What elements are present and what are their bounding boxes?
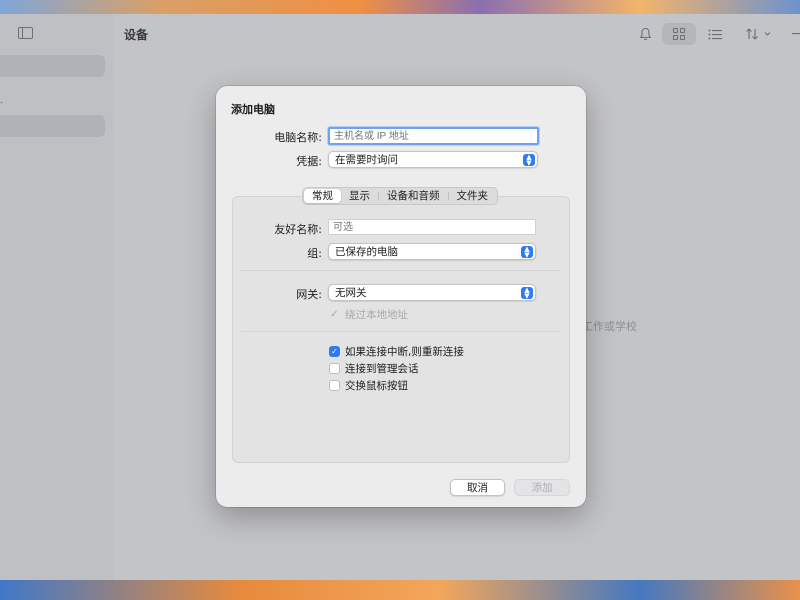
cancel-button[interactable]: 取消 [450, 479, 505, 496]
friendly-name-label: 友好名称: [274, 223, 322, 236]
chevron-updown-icon: ▲ ▼ [521, 246, 533, 259]
friendly-name-input[interactable] [328, 219, 536, 235]
bell-icon[interactable] [634, 23, 656, 45]
add-pc-dialog: 添加电脑 电脑名称: 凭据: 在需要时询问 ▲▼ 常规 显示 设备和音频 文件夹… [216, 86, 586, 507]
group-value: 已保存的电脑 [335, 246, 398, 258]
option-admin-session[interactable]: 连接到管理会话 [329, 361, 419, 376]
list-view-icon[interactable] [704, 23, 726, 45]
swap-mouse-label: 交换鼠标按钮 [345, 380, 408, 392]
divider [241, 331, 561, 332]
credentials-value: 在需要时询问 [335, 154, 398, 166]
sidebar-item[interactable] [0, 55, 105, 77]
sort-icon[interactable] [742, 23, 778, 45]
page-title: 设备 [124, 28, 149, 42]
swap-mouse-checkbox[interactable] [329, 380, 340, 391]
checkmark-icon: ✓ [330, 309, 339, 320]
tab-devices-audio[interactable]: 设备和音频 [379, 189, 448, 203]
bypass-local-label: 绕过本地地址 [345, 309, 408, 321]
sidebar-item-selected[interactable] [0, 115, 105, 137]
group-label: 组: [307, 247, 322, 260]
sidebar: - [0, 14, 114, 580]
dialog-title: 添加电脑 [231, 103, 275, 116]
reconnect-checkbox[interactable]: ✓ [329, 346, 340, 357]
tab-general[interactable]: 常规 [304, 189, 341, 203]
grid-view-icon[interactable] [662, 23, 696, 45]
option-reconnect[interactable]: ✓ 如果连接中断,则重新连接 [329, 344, 464, 359]
reconnect-label: 如果连接中断,则重新连接 [345, 346, 464, 358]
bypass-local-row: ✓ 绕过本地地址 [329, 307, 408, 322]
gateway-select[interactable]: 无网关 ▲ ▼ [328, 284, 536, 301]
desktop-wallpaper-bottom [0, 580, 800, 600]
desktop-wallpaper-top [0, 0, 800, 14]
option-swap-mouse[interactable]: 交换鼠标按钮 [329, 378, 408, 393]
empty-state-hint: 工作或学校 [582, 320, 637, 333]
tab-display[interactable]: 显示 [341, 189, 378, 203]
chevron-updown-icon: ▲ ▼ [521, 287, 533, 300]
credentials-label: 凭据: [296, 155, 322, 168]
overflow-icon[interactable] [790, 23, 800, 45]
group-select[interactable]: 已保存的电脑 ▲ ▼ [328, 243, 536, 260]
admin-session-checkbox[interactable] [329, 363, 340, 374]
add-button[interactable]: 添加 [514, 479, 570, 496]
tab-bar: 常规 显示 设备和音频 文件夹 [302, 187, 498, 205]
admin-session-label: 连接到管理会话 [345, 363, 419, 375]
credentials-select[interactable]: 在需要时询问 ▲ ▼ [328, 151, 538, 168]
divider [241, 270, 561, 271]
pc-name-label: 电脑名称: [274, 131, 322, 144]
gateway-value: 无网关 [335, 287, 367, 299]
pc-name-input[interactable] [328, 127, 539, 145]
tab-folders[interactable]: 文件夹 [449, 189, 497, 203]
sidebar-section-mark: - [0, 98, 4, 108]
gateway-label: 网关: [296, 288, 322, 301]
sidebar-toggle-icon[interactable] [18, 27, 33, 39]
chevron-updown-icon: ▲ ▼ [523, 154, 535, 167]
